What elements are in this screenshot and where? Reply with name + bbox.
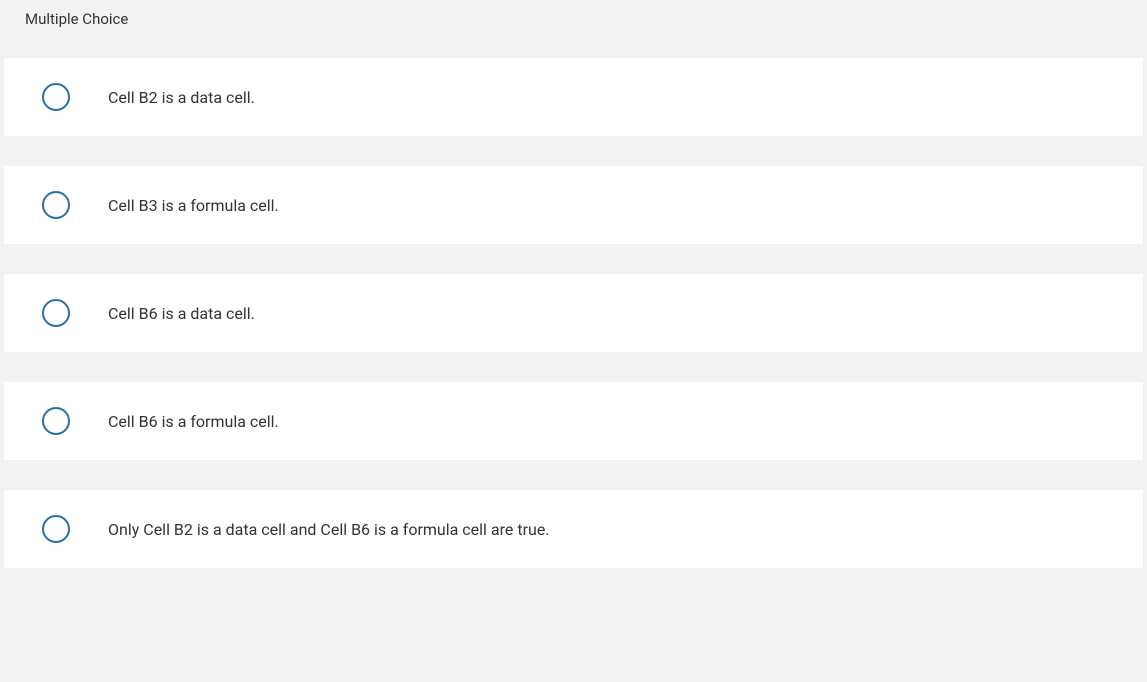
option-row[interactable]: Cell B6 is a data cell. <box>4 274 1143 352</box>
option-row[interactable]: Only Cell B2 is a data cell and Cell B6 … <box>4 490 1143 568</box>
option-label: Cell B6 is a data cell. <box>108 304 255 323</box>
radio-button[interactable] <box>42 515 70 543</box>
option-label: Cell B3 is a formula cell. <box>108 196 279 215</box>
option-label: Cell B6 is a formula cell. <box>108 412 279 431</box>
option-label: Only Cell B2 is a data cell and Cell B6 … <box>108 520 550 539</box>
radio-button[interactable] <box>42 299 70 327</box>
option-row[interactable]: Cell B2 is a data cell. <box>4 58 1143 136</box>
option-row[interactable]: Cell B3 is a formula cell. <box>4 166 1143 244</box>
radio-button[interactable] <box>42 191 70 219</box>
options-list: Cell B2 is a data cell. Cell B3 is a for… <box>0 58 1147 568</box>
radio-button[interactable] <box>42 407 70 435</box>
radio-button[interactable] <box>42 83 70 111</box>
question-type-label: Multiple Choice <box>25 10 1122 28</box>
option-label: Cell B2 is a data cell. <box>108 88 255 107</box>
question-header: Multiple Choice <box>0 0 1147 58</box>
option-row[interactable]: Cell B6 is a formula cell. <box>4 382 1143 460</box>
